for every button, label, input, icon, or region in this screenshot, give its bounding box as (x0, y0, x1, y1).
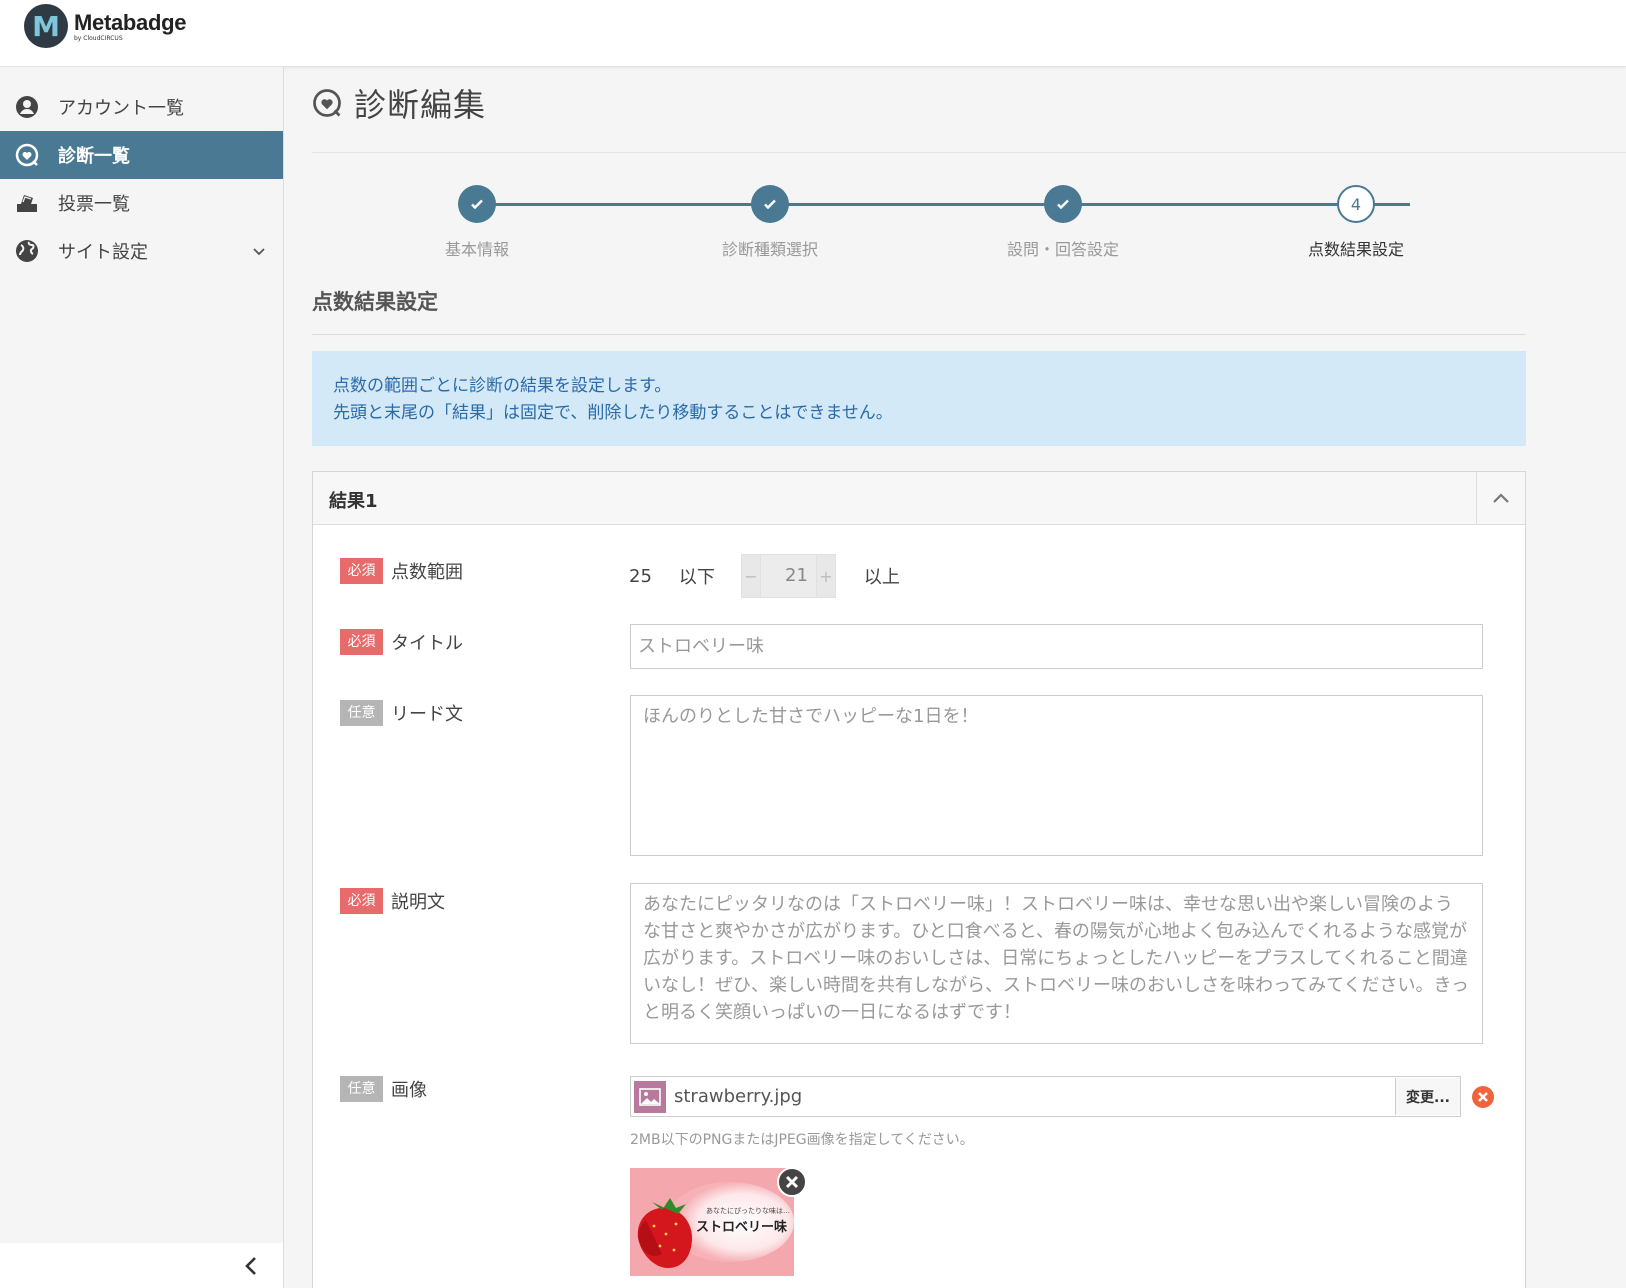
result-panel-header: 結果1 (313, 472, 1525, 525)
remove-image-icon[interactable] (777, 1167, 807, 1197)
change-image-button[interactable]: 変更... (1395, 1078, 1460, 1115)
sidebar-item-label: アカウント一覧 (58, 98, 184, 119)
image-file-input[interactable]: strawberry.jpg 変更... (630, 1076, 1461, 1117)
top-header: M Metabadge by CloudCIRCUS (0, 0, 1626, 67)
score-min-value[interactable]: 21 (759, 555, 817, 597)
decrement-button[interactable]: − (742, 567, 760, 586)
app-by: by CloudCIRCUS (74, 34, 123, 42)
diagnosis-icon (15, 143, 39, 167)
image-file-icon (634, 1080, 666, 1113)
title-input[interactable]: ストロベリー味 (630, 624, 1483, 669)
sidebar-item-label: サイト設定 (58, 242, 148, 263)
step-4-number: 4 (1337, 185, 1375, 223)
optional-badge: 任意 (340, 700, 383, 726)
required-badge: 必須 (340, 888, 383, 914)
score-range-controls: 25 以下 − 21 + 以上 (629, 554, 900, 598)
lead-label-text: リード文 (391, 704, 463, 725)
step-1-label: 基本情報 (444, 240, 510, 259)
step-3-label: 設問・回答設定 (1006, 240, 1120, 259)
globe-icon (15, 239, 39, 263)
score-range-label: 必須 点数範囲 (340, 558, 463, 584)
section-title: 点数結果設定 (312, 290, 438, 314)
image-preview: あなたにぴったりな味は… ストロベリー味 (630, 1168, 794, 1276)
step-1-check-icon (458, 185, 496, 223)
chevron-left-icon[interactable] (242, 1255, 260, 1277)
step-3-check-icon (1044, 185, 1082, 223)
step-2-label: 診断種類選択 (721, 240, 819, 259)
sidebar-item-diagnoses[interactable]: 診断一覧 (0, 131, 283, 179)
result-panel: 結果1 必須 点数範囲 25 以下 − 21 + 以上 必須 タイトル ストロベ… (312, 471, 1526, 1288)
sidebar-item-accounts[interactable]: アカウント一覧 (0, 83, 283, 131)
collapse-toggle-button[interactable] (1476, 472, 1525, 524)
description-label: 必須 説明文 (340, 888, 445, 914)
sidebar-item-label: 診断一覧 (58, 146, 130, 167)
result-panel-title: 結果1 (329, 491, 378, 512)
score-min-stepper[interactable]: − 21 + (740, 554, 836, 598)
increment-button[interactable]: + (817, 567, 835, 586)
divider (312, 334, 1526, 335)
score-min-suffix: 以上 (863, 567, 900, 588)
image-file-name: strawberry.jpg (674, 1086, 803, 1107)
image-label: 任意 画像 (340, 1076, 427, 1102)
vote-box-icon (15, 191, 39, 215)
optional-badge: 任意 (340, 1076, 383, 1102)
sidebar-collapse-bar (0, 1243, 283, 1288)
info-line-1: 点数の範囲ごとに診断の結果を設定します。 (333, 376, 672, 396)
diagnosis-icon (312, 88, 342, 118)
stepper-line (477, 203, 1410, 206)
step-4-label: 点数結果設定 (1307, 240, 1405, 259)
thumb-caption-small: あなたにぴったりな味は… (706, 1207, 790, 1215)
sidebar: アカウント一覧 診断一覧 投票一覧 サイト設定 (0, 67, 284, 1288)
logo-mark-icon: M (24, 4, 68, 48)
chevron-down-icon (251, 243, 267, 259)
image-hint: 2MB以下のPNGまたはJPEG画像を指定してください。 (630, 1132, 974, 1148)
sidebar-item-site-settings[interactable]: サイト設定 (0, 227, 283, 275)
description-textarea[interactable]: あなたにピッタリなのは「ストロベリー味」！ストロベリー味は、幸せな思い出や楽しい… (630, 883, 1483, 1044)
app-logo[interactable]: M Metabadge by CloudCIRCUS (24, 4, 187, 48)
sidebar-item-label: 投票一覧 (58, 194, 130, 215)
score-max-value: 25 (629, 565, 652, 587)
required-badge: 必須 (340, 558, 383, 584)
user-circle-icon (15, 95, 39, 119)
title-label: 必須 タイトル (340, 629, 463, 655)
progress-stepper: 基本情報 診断種類選択 設問・回答設定 4 点数結果設定 (312, 180, 1526, 270)
clear-file-icon[interactable] (1472, 1086, 1494, 1108)
title-label-text: タイトル (391, 633, 463, 654)
divider (312, 152, 1626, 153)
required-badge: 必須 (340, 629, 383, 655)
app-name: Metabadge (74, 9, 187, 35)
page-title: 診断編集 (354, 86, 487, 124)
lead-textarea[interactable]: ほんのりとした甘さでハッピーな1日を！ (630, 695, 1483, 856)
sidebar-item-votes[interactable]: 投票一覧 (0, 179, 283, 227)
thumb-caption: ストロベリー味 (696, 1220, 788, 1235)
info-message: 点数の範囲ごとに診断の結果を設定します。 先頭と末尾の「結果」は固定で、削除した… (312, 351, 1526, 446)
description-label-text: 説明文 (391, 892, 445, 913)
step-2-check-icon (751, 185, 789, 223)
score-max-suffix: 以下 (678, 567, 715, 588)
lead-label: 任意 リード文 (340, 700, 463, 726)
score-range-text: 点数範囲 (391, 562, 463, 583)
info-line-2: 先頭と末尾の「結果」は固定で、削除したり移動することはできません。 (333, 403, 893, 423)
image-label-text: 画像 (391, 1080, 427, 1101)
page-header: 診断編集 (312, 80, 486, 126)
chevron-up-icon (1493, 493, 1509, 503)
